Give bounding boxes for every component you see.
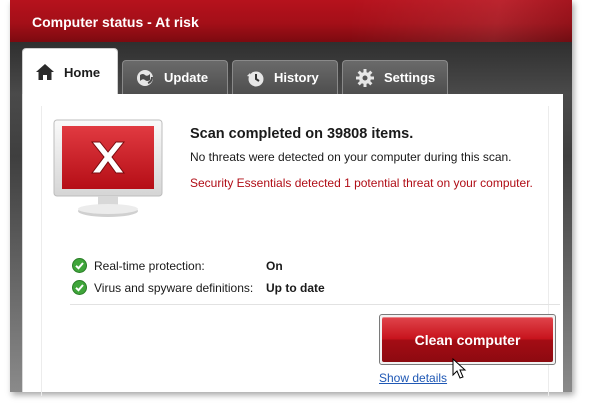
status-value: On	[266, 259, 283, 273]
clock-history-icon	[245, 68, 265, 88]
gear-icon	[355, 68, 375, 88]
tab-update[interactable]: Update	[122, 60, 228, 94]
monitor-red-x-icon	[53, 119, 163, 217]
tab-settings-label: Settings	[384, 70, 436, 85]
mouse-cursor-icon	[452, 358, 467, 379]
scan-detail: No threats were detected on your compute…	[190, 150, 512, 164]
threat-message: Security Essentials detected 1 potential…	[190, 176, 533, 190]
scan-heading: Scan completed on 39808 items.	[190, 126, 414, 142]
tab-history[interactable]: History	[232, 60, 338, 94]
clean-computer-label: Clean computer	[382, 317, 553, 362]
status-label: Virus and spyware definitions:	[94, 281, 254, 295]
status-value: Up to date	[266, 281, 325, 295]
green-check-icon	[72, 258, 87, 273]
window-title: Computer status - At risk	[32, 14, 199, 30]
tab-settings[interactable]: Settings	[342, 60, 448, 94]
title-bar: Computer status - At risk	[10, 0, 572, 42]
tab-home[interactable]: Home	[22, 48, 118, 95]
status-label: Real-time protection:	[94, 259, 205, 273]
tab-update-label: Update	[164, 70, 209, 85]
green-check-icon	[72, 280, 87, 295]
show-details-link[interactable]: Show details	[379, 371, 447, 385]
tab-home-label: Home	[64, 64, 101, 80]
home-icon	[35, 62, 55, 82]
globe-refresh-icon	[135, 68, 155, 88]
tab-history-label: History	[274, 70, 319, 85]
divider	[70, 304, 560, 305]
